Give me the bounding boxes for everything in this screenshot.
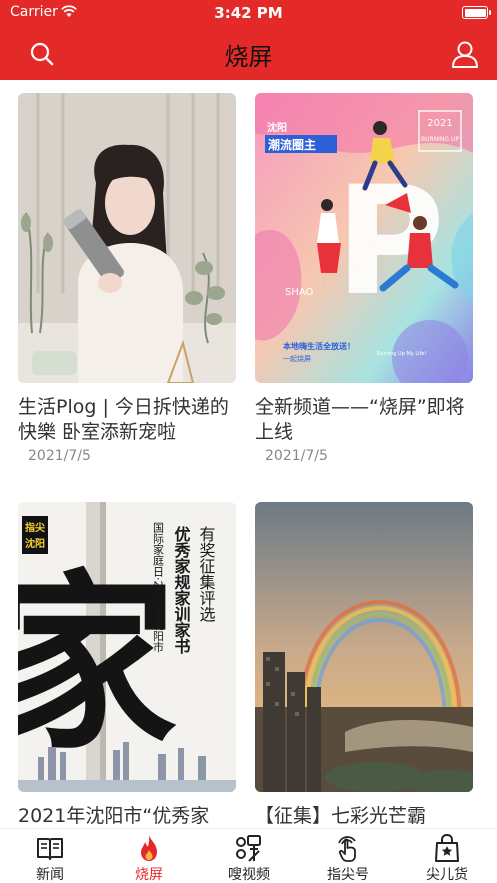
card-title: 全新频道——“烧屏”即将上线 — [255, 396, 465, 443]
tab-label: 指尖号 — [327, 867, 369, 883]
card-title: 生活Plog | 今日拆快递的快樂 卧室添新宠啦 — [18, 396, 229, 443]
tab-zhijianhao[interactable]: 指尖号 — [308, 829, 388, 883]
calli-logo-bottom: 沈阳 — [25, 537, 45, 550]
tab-sou-video[interactable]: 嗖视频 — [209, 829, 289, 883]
poster-cta: 一起烧屏 — [283, 354, 311, 363]
card-image-plog — [18, 93, 236, 383]
tab-label: 新闻 — [36, 867, 64, 883]
shopping-bag-icon — [435, 833, 459, 862]
clock: 3:42 PM — [214, 4, 283, 22]
card-date: 2021/7/5 — [265, 448, 328, 464]
tab-shaoping[interactable]: 烧屏 — [109, 829, 189, 883]
card-image-calligraphy: 指尖 沈阳 家 国际家庭日·2021年沈阳市 优秀家规家训家书 有奖征集评选 — [18, 502, 236, 792]
poster-footer: 本地嗨生活全放送！ — [282, 341, 355, 351]
user-icon[interactable] — [449, 38, 481, 70]
poster-brand: SHAO — [285, 287, 314, 298]
poster-credit: Burning Up My Life! — [377, 351, 426, 357]
feed-card-family-rules[interactable]: 指尖 沈阳 家 国际家庭日·2021年沈阳市 优秀家规家训家书 有奖征集评选 2… — [18, 502, 236, 828]
calli-col1: 国际家庭日·2021年沈阳市 — [152, 522, 165, 653]
poster-tag: BURNING UP — [421, 136, 459, 143]
feed-card-plog[interactable]: 生活Plog | 今日拆快递的快樂 卧室添新宠啦 2021/7/5 — [18, 93, 236, 464]
feed-card-new-channel[interactable]: 沈阳 潮流圈主 2021 BURNING UP P SHAO 本地嗨生活全放送！… — [255, 93, 473, 464]
card-title: 【征集】七彩光芒霸 — [255, 805, 427, 827]
calli-logo-top: 指尖 — [25, 521, 45, 534]
calli-col3: 有奖征集评选 — [197, 526, 216, 623]
tab-label: 烧屏 — [135, 867, 163, 883]
calli-col2: 优秀家规家训家书 — [172, 525, 192, 655]
book-icon — [37, 838, 63, 860]
page-title: 烧屏 — [224, 43, 273, 71]
tab-label: 嗖视频 — [228, 867, 270, 883]
nav-bar: 烧屏 — [0, 26, 497, 80]
battery-icon — [462, 6, 491, 19]
card-title: 2021年沈阳市“优秀家 — [18, 805, 210, 827]
card-image-poster: 沈阳 潮流圈主 2021 BURNING UP P SHAO 本地嗨生活全放送！… — [255, 93, 473, 383]
finger-tap-icon — [338, 836, 356, 862]
poster-headline: 潮流圈主 — [268, 137, 316, 152]
poster-year: 2021 — [427, 118, 452, 129]
sou-video-icon — [236, 835, 261, 862]
flame-icon — [141, 835, 157, 861]
tab-label: 尖儿货 — [426, 867, 468, 883]
tab-news[interactable]: 新闻 — [10, 829, 90, 883]
tab-jianerhuo[interactable]: 尖儿货 — [407, 829, 487, 883]
tab-bar: 新闻 烧屏 嗖视频 指尖号 尖儿货 — [0, 828, 497, 883]
card-image-rainbow — [255, 502, 473, 792]
card-date: 2021/7/5 — [28, 448, 91, 464]
feed-grid: 生活Plog | 今日拆快递的快樂 卧室添新宠啦 2021/7/5 沈阳 潮流圈… — [0, 80, 497, 828]
feed-card-rainbow[interactable]: 【征集】七彩光芒霸 — [255, 502, 473, 828]
poster-city: 沈阳 — [267, 121, 287, 134]
status-bar: Carrier 3:42 PM — [0, 0, 497, 26]
